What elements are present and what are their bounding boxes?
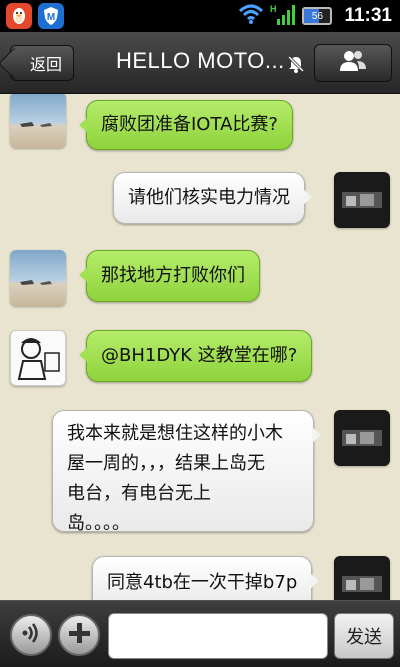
qq-penguin-icon bbox=[6, 3, 32, 29]
contact-avatar[interactable] bbox=[10, 250, 66, 306]
svg-text:M: M bbox=[47, 12, 55, 23]
notification-icons: M bbox=[6, 3, 64, 29]
contact-avatar[interactable] bbox=[10, 330, 66, 386]
shield-icon: M bbox=[38, 3, 64, 29]
contacts-icon bbox=[338, 49, 368, 77]
user-avatar[interactable] bbox=[334, 410, 390, 466]
plus-icon bbox=[67, 621, 91, 649]
chat-title: HELLO MOTO... bbox=[116, 48, 285, 73]
contact-avatar[interactable] bbox=[10, 94, 66, 148]
message-text: 请他们核实电力情况 bbox=[128, 187, 290, 208]
contacts-button[interactable] bbox=[314, 44, 392, 82]
message-text: @BH1DYK 这教堂在哪? bbox=[101, 345, 298, 366]
message-text: 那找地方打败你们 bbox=[101, 265, 245, 286]
back-button-label: 返回 bbox=[29, 55, 62, 74]
user-avatar[interactable] bbox=[334, 556, 390, 600]
message-bubble[interactable]: @BH1DYK 这教堂在哪? bbox=[78, 330, 313, 382]
battery-icon: 56 bbox=[302, 7, 333, 25]
signal-icon: H bbox=[270, 2, 296, 30]
message-input[interactable] bbox=[108, 613, 328, 659]
message-bubble[interactable]: 我本来就是想住这样的小木 屋一周的，，，结果上岛无 电台，有电台无上 岛。。。。 bbox=[52, 410, 321, 534]
message-bubble[interactable]: 同意4tb在一次干掉b7p bbox=[92, 556, 320, 600]
message-text: 我本来就是想住这样的小木 屋一周的，，，结果上岛无 电台，有电台无上 岛。。。。 bbox=[67, 423, 283, 534]
clock: 11:31 bbox=[344, 5, 392, 26]
send-button[interactable]: 发送 bbox=[334, 613, 394, 659]
add-button[interactable] bbox=[58, 614, 100, 656]
message-text: 腐败团准备IOTA比赛? bbox=[101, 114, 278, 135]
message-text: 同意4tb在一次干掉b7p bbox=[107, 572, 298, 593]
status-bar: M H 56 11:31 bbox=[0, 0, 400, 32]
message-bubble[interactable]: 腐败团准备IOTA比赛? bbox=[79, 100, 293, 150]
voice-icon bbox=[19, 621, 43, 649]
mute-icon bbox=[286, 54, 306, 78]
message-bubble[interactable]: 那找地方打败你们 bbox=[79, 250, 260, 302]
wifi-icon bbox=[238, 3, 264, 29]
user-avatar[interactable] bbox=[334, 172, 390, 228]
input-bar: 发送 bbox=[0, 600, 400, 667]
send-button-label: 发送 bbox=[346, 627, 382, 648]
message-list[interactable]: 腐败团准备IOTA比赛? 请他们核实电力情况 那找地方打败你们 @BH1DYK … bbox=[0, 94, 400, 600]
back-button[interactable]: 返回 bbox=[10, 45, 74, 81]
voice-button[interactable] bbox=[10, 614, 52, 656]
message-bubble[interactable]: 请他们核实电力情况 bbox=[113, 172, 312, 224]
title-bar: 返回 HELLO MOTO... bbox=[0, 32, 400, 94]
svg-text:H: H bbox=[270, 4, 277, 14]
battery-level: 56 bbox=[311, 10, 324, 22]
